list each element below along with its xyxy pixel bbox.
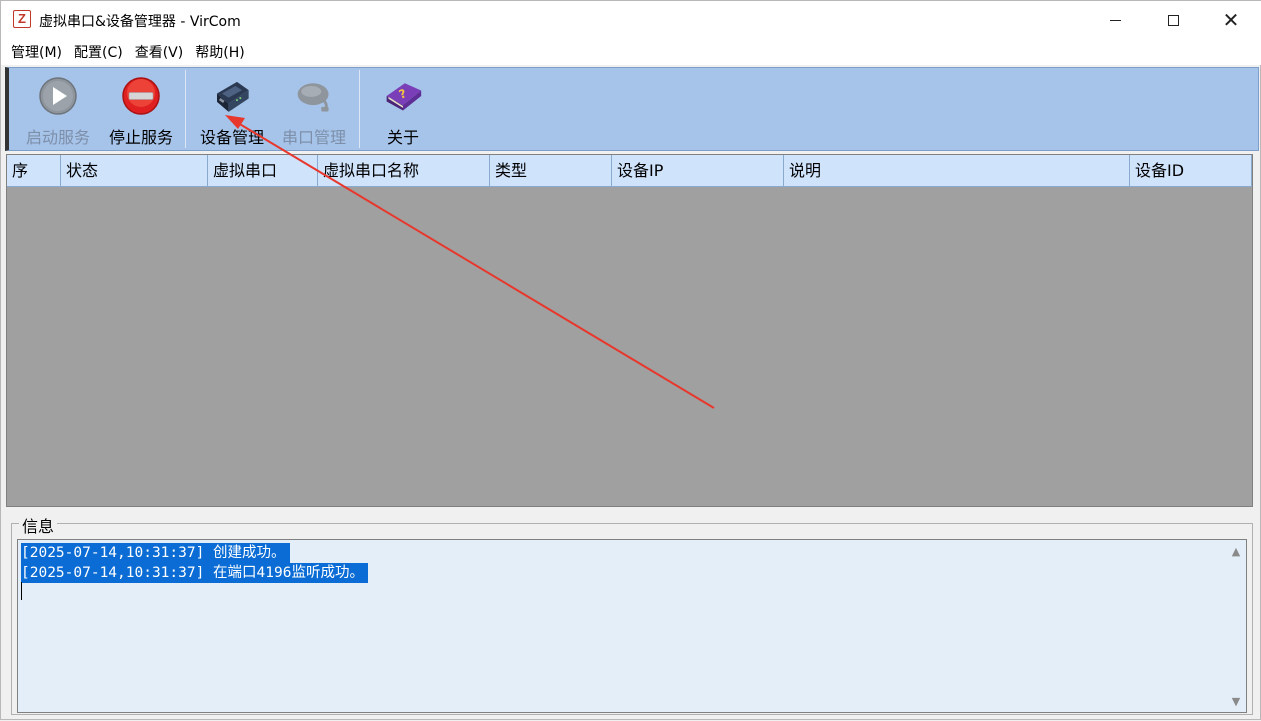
menu-help[interactable]: 帮助(H) xyxy=(189,42,250,62)
device-table[interactable]: 序 状态 虚拟串口 虚拟串口名称 类型 设备IP 说明 设备ID xyxy=(6,154,1253,507)
device-manage-label: 设备管理 xyxy=(199,128,264,147)
table-header: 序 状态 虚拟串口 虚拟串口名称 类型 设备IP 说明 设备ID xyxy=(7,155,1252,187)
about-button[interactable]: ? 关于 xyxy=(365,68,441,150)
device-icon xyxy=(212,76,252,116)
menu-view[interactable]: 查看(V) xyxy=(129,42,190,62)
port-manage-label: 串口管理 xyxy=(281,128,346,147)
maximize-icon xyxy=(1167,14,1179,26)
close-icon: ✕ xyxy=(1222,8,1240,32)
menu-config[interactable]: 配置(C) xyxy=(68,42,129,62)
menu-manage[interactable]: 管理(M) xyxy=(5,42,68,62)
column-header-virtual-port[interactable]: 虚拟串口 xyxy=(208,155,318,187)
column-header-status[interactable]: 状态 xyxy=(61,155,208,187)
port-manage-button[interactable]: 串口管理 xyxy=(275,68,353,150)
about-label: 关于 xyxy=(386,128,419,147)
help-book-icon: ? xyxy=(383,76,423,116)
column-header-device-id[interactable]: 设备ID xyxy=(1130,155,1252,187)
column-header-device-ip[interactable]: 设备IP xyxy=(612,155,784,187)
toolbar: 启动服务 停止服务 设备管理 串口管理 ? 关于 xyxy=(5,67,1259,151)
app-window: Z 虚拟串口&设备管理器 - VirCom ✕ 管理(M) 配置(C) 查看(V… xyxy=(0,0,1261,720)
start-service-label: 启动服务 xyxy=(25,128,90,147)
stop-icon xyxy=(121,76,161,116)
menu-bar: 管理(M) 配置(C) 查看(V) 帮助(H) xyxy=(1,39,1261,65)
window-title: 虚拟串口&设备管理器 - VirCom xyxy=(39,14,241,30)
log-scrollbar[interactable]: ▲ ▼ xyxy=(1226,540,1246,712)
play-icon xyxy=(38,76,78,116)
device-manage-button[interactable]: 设备管理 xyxy=(191,68,273,150)
scroll-up-icon[interactable]: ▲ xyxy=(1226,542,1246,560)
text-caret xyxy=(21,582,22,600)
column-header-type[interactable]: 类型 xyxy=(490,155,612,187)
info-legend: 信息 xyxy=(19,513,58,537)
log-line: [2025-07-14,10:31:37] 在端口4196监听成功。 xyxy=(21,563,368,583)
log-line: [2025-07-14,10:31:37] 创建成功。 xyxy=(21,543,290,563)
stop-service-label: 停止服务 xyxy=(108,128,173,147)
column-header-index[interactable]: 序 xyxy=(7,155,61,187)
log-lines: [2025-07-14,10:31:37] 创建成功。 [2025-07-14,… xyxy=(21,543,368,583)
minimize-button[interactable] xyxy=(1086,1,1144,39)
column-header-description[interactable]: 说明 xyxy=(784,155,1130,187)
maximize-button[interactable] xyxy=(1144,1,1202,39)
toolbar-separator xyxy=(359,70,360,148)
start-service-button[interactable]: 启动服务 xyxy=(19,68,97,150)
column-header-virtual-port-name[interactable]: 虚拟串口名称 xyxy=(318,155,490,187)
stop-service-button[interactable]: 停止服务 xyxy=(101,68,181,150)
minimize-icon xyxy=(1109,19,1121,21)
title-bar: Z 虚拟串口&设备管理器 - VirCom ✕ xyxy=(1,1,1261,39)
scroll-down-icon[interactable]: ▼ xyxy=(1226,692,1246,710)
toolbar-separator xyxy=(185,70,186,148)
port-icon xyxy=(294,76,334,116)
info-log-box[interactable]: [2025-07-14,10:31:37] 创建成功。 [2025-07-14,… xyxy=(17,539,1247,713)
app-logo-icon: Z xyxy=(13,10,31,28)
close-button[interactable]: ✕ xyxy=(1202,1,1260,39)
